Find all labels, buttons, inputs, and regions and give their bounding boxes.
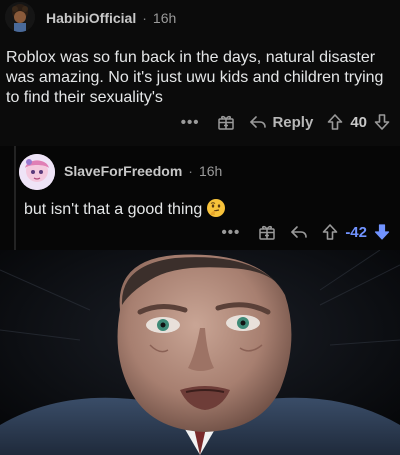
username[interactable]: HabibiOfficial (46, 10, 136, 26)
award-button[interactable] (217, 113, 235, 131)
username[interactable]: SlaveForFreedom (64, 163, 182, 179)
timestamp: 16h (152, 10, 177, 26)
comment-meta: SlaveForFreedom · 16h (64, 163, 222, 179)
downvote-icon[interactable] (374, 113, 390, 131)
downvote-active-icon[interactable] (374, 223, 390, 241)
timestamp: 16h (198, 163, 223, 179)
meta-separator: · (142, 10, 147, 26)
more-options-button[interactable]: ••• (222, 224, 241, 241)
upvote-icon[interactable] (322, 223, 338, 241)
comment-body-text: but isn't that a good thing (24, 201, 203, 218)
thinking-face-icon (206, 198, 226, 218)
reaction-image (0, 250, 400, 455)
reply-label: Reply (272, 113, 314, 131)
upvote-icon[interactable] (327, 113, 343, 131)
award-button[interactable] (258, 223, 276, 241)
reply-button[interactable]: Reply (249, 114, 313, 131)
comment-actions: ••• Reply 40 (167, 113, 390, 131)
comment-body: but isn't that a good thing (24, 198, 384, 220)
comment-meta: HabibiOfficial · 16h (46, 10, 176, 26)
vote-score: -42 (345, 223, 367, 241)
avatar[interactable] (19, 154, 55, 190)
comment-habibiofficial: HabibiOfficial · 16h Roblox was so fun b… (0, 0, 400, 146)
comment-slaveforfreedom: SlaveForFreedom · 16h but isn't that a g… (0, 146, 400, 250)
more-options-button[interactable]: ••• (181, 114, 200, 131)
gift-icon (217, 113, 235, 131)
comment-body: Roblox was so fun back in the days, natu… (6, 49, 384, 106)
thread-line (14, 146, 16, 250)
avatar[interactable] (5, 2, 35, 32)
reply-arrow-icon (290, 224, 308, 240)
meta-separator: · (188, 163, 193, 179)
reply-button[interactable] (290, 224, 308, 240)
vote-score: 40 (350, 113, 367, 131)
vote-controls: -42 (322, 223, 390, 241)
reply-arrow-icon (249, 114, 267, 130)
vote-controls: 40 (327, 113, 390, 131)
comment-actions: ••• -42 (208, 223, 390, 241)
gift-icon (258, 223, 276, 241)
